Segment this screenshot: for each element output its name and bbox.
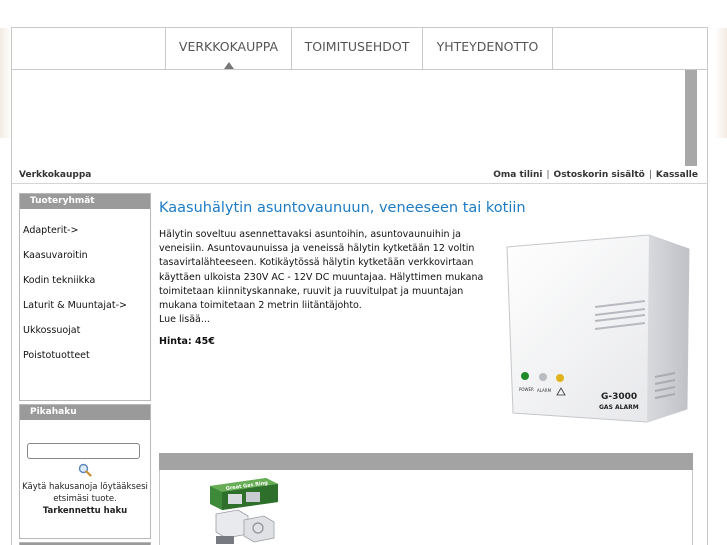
banner-side-bar <box>685 70 697 166</box>
user-links: Oma tilini | Ostoskorin sisältö | Kassalle <box>493 170 698 180</box>
top-navigation: VERKKOKAUPPA TOIMITUSEHDOT YHTEYDENOTTO <box>12 28 707 70</box>
device-model-label: G-3000 <box>601 392 637 402</box>
product-description-text: Hälytin soveltuu asennettavaksi asuntoih… <box>159 229 484 312</box>
nav-yhteydenotto[interactable]: YHTEYDENOTTO <box>423 28 553 69</box>
product-price: Hinta: 45€ <box>159 336 215 347</box>
search-help: Käytä hakusanoja löytääksesi etsimäsi tu… <box>20 481 150 517</box>
product-description: Hälytin soveltuu asennettavaksi asuntoih… <box>159 228 493 327</box>
led-alarm-label: ALARM <box>537 388 552 393</box>
device-type-label: GAS ALARM <box>599 404 639 411</box>
category-item-laturit-muuntajat[interactable]: Laturit & Muuntajat-> <box>20 300 150 325</box>
breadcrumb[interactable]: Verkkokauppa <box>19 170 91 180</box>
header-banner <box>12 70 707 166</box>
checkout-link[interactable]: Kassalle <box>656 170 698 180</box>
category-item-kodin-tekniikka[interactable]: Kodin tekniikka <box>20 275 150 300</box>
cart-contents-link[interactable]: Ostoskorin sisältö <box>554 170 645 180</box>
search-help-text: Käytä hakusanoja löytääksesi etsimäsi tu… <box>22 482 148 504</box>
active-nav-indicator-icon <box>224 62 234 69</box>
search-icon[interactable] <box>78 463 92 477</box>
page-frame: VERKKOKAUPPA TOIMITUSEHDOT YHTEYDENOTTO … <box>11 27 708 545</box>
product-image[interactable]: POWER ALARM G-3000 GAS ALARM <box>497 229 694 426</box>
gas-ring-product-icon: Great Gas Ring <box>210 478 278 544</box>
product2-box: Great Gas Ring <box>159 470 693 545</box>
link-separator: | <box>648 170 652 180</box>
breadcrumb-bar: Verkkokauppa Oma tilini | Ostoskorin sisäl… <box>12 168 707 184</box>
product2-image[interactable]: Great Gas Ring <box>208 476 280 545</box>
category-item-poistotuotteet[interactable]: Poistotuotteet <box>20 350 150 375</box>
account-link[interactable]: Oma tilini <box>493 170 542 180</box>
categories-title: Tuoteryhmät <box>20 194 150 209</box>
read-more-link[interactable]: Lue lisää... <box>159 314 210 325</box>
link-separator: | <box>546 170 550 180</box>
gas-alarm-device-icon: POWER ALARM G-3000 GAS ALARM <box>506 234 690 423</box>
category-item-ukkossuojat[interactable]: Ukkossuojat <box>20 325 150 350</box>
quick-search-box: Pikahaku Käytä hakusanoja löytääksesi et… <box>19 404 151 539</box>
category-item-kaasuvaroitin[interactable]: Kaasuvaroitin <box>20 250 150 275</box>
advanced-search-link[interactable]: Tarkennettu haku <box>20 505 150 517</box>
quick-search-title: Pikahaku <box>20 405 150 420</box>
search-input[interactable] <box>27 443 140 459</box>
category-list: Adapterit-> Kaasuvaroitin Kodin tekniikk… <box>20 209 150 375</box>
product-title[interactable]: Kaasuhälytin asuntovaunuun, veneeseen ta… <box>159 200 526 216</box>
led-power-label: POWER <box>519 387 534 392</box>
category-item-adapterit[interactable]: Adapterit-> <box>20 225 150 250</box>
nav-toimitusehdot[interactable]: TOIMITUSEHDOT <box>292 28 423 69</box>
categories-box: Tuoteryhmät Adapterit-> Kaasuvaroitin Ko… <box>19 193 151 401</box>
product2-header-bar <box>159 453 693 470</box>
background-shade-right <box>715 28 727 138</box>
